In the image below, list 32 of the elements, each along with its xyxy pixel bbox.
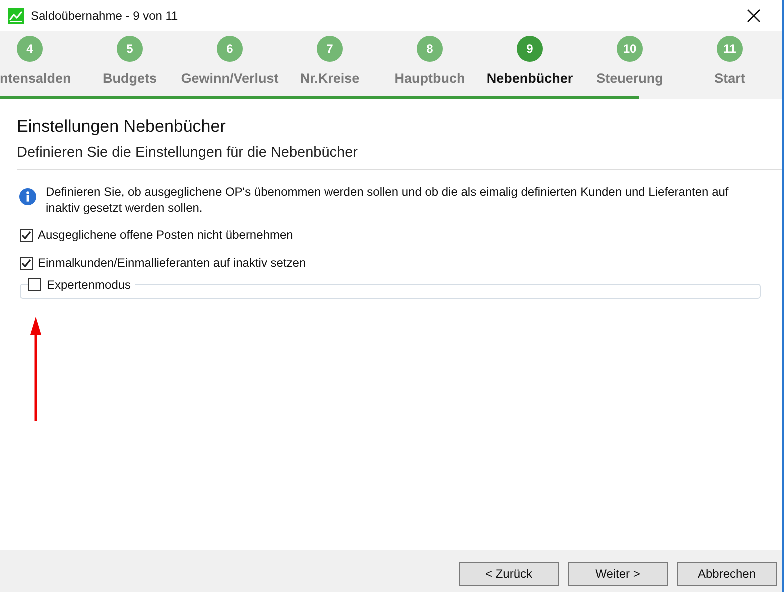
step-label: Gewinn/Verlust: [181, 71, 279, 86]
page-subheading: Definieren Sie die Einstellungen für die Nebenbücher: [17, 145, 782, 170]
step-number: 10: [617, 36, 643, 62]
chart-icon: [8, 8, 24, 24]
step-label: Steuerung: [596, 71, 664, 86]
wizard-button[interactable]: Abbrechen: [677, 562, 777, 586]
step-number: 7: [317, 36, 343, 62]
step-label: Budgets: [103, 71, 157, 86]
step-number: 11: [717, 36, 743, 62]
checkbox-label: Ausgeglichene offene Posten nicht übernehmen: [38, 228, 294, 242]
step-number: 4: [17, 36, 43, 62]
info-text: Definieren Sie, ob ausgeglichene OP's übenommen werden sollen und ob die als eimalig definierten Kunden und Lieferanten auf inaktiv gesetzt werden sollen.: [46, 184, 730, 216]
window-title: Saldoübernahme - 9 von 11: [31, 8, 180, 22]
wizard-button[interactable]: < Zurück: [459, 562, 559, 586]
checkbox[interactable]: [20, 228, 33, 242]
wizard-button[interactable]: Weiter >: [568, 562, 668, 586]
step-number: 5: [117, 36, 143, 62]
step-label: Hauptbuch: [394, 71, 466, 86]
step-label: Nebenbücher: [486, 71, 574, 86]
checkbox-label: Expertenmodus: [47, 278, 132, 292]
step-label: Start: [714, 71, 746, 86]
page-heading: Einstellungen Nebenbücher: [17, 117, 227, 137]
step-number: 6: [217, 36, 243, 62]
checkbox[interactable]: [28, 278, 41, 291]
step-number: 9: [517, 36, 543, 62]
step-label: Nr.Kreise: [300, 71, 360, 86]
step-label: ntensalden: [0, 71, 72, 86]
checkbox[interactable]: [20, 256, 33, 270]
close-icon[interactable]: [747, 8, 761, 22]
checkbox-label: Einmalkunden/Einmallieferanten auf inaktiv setzen: [38, 256, 306, 270]
info-icon: [19, 188, 37, 206]
step-number: 8: [417, 36, 443, 62]
